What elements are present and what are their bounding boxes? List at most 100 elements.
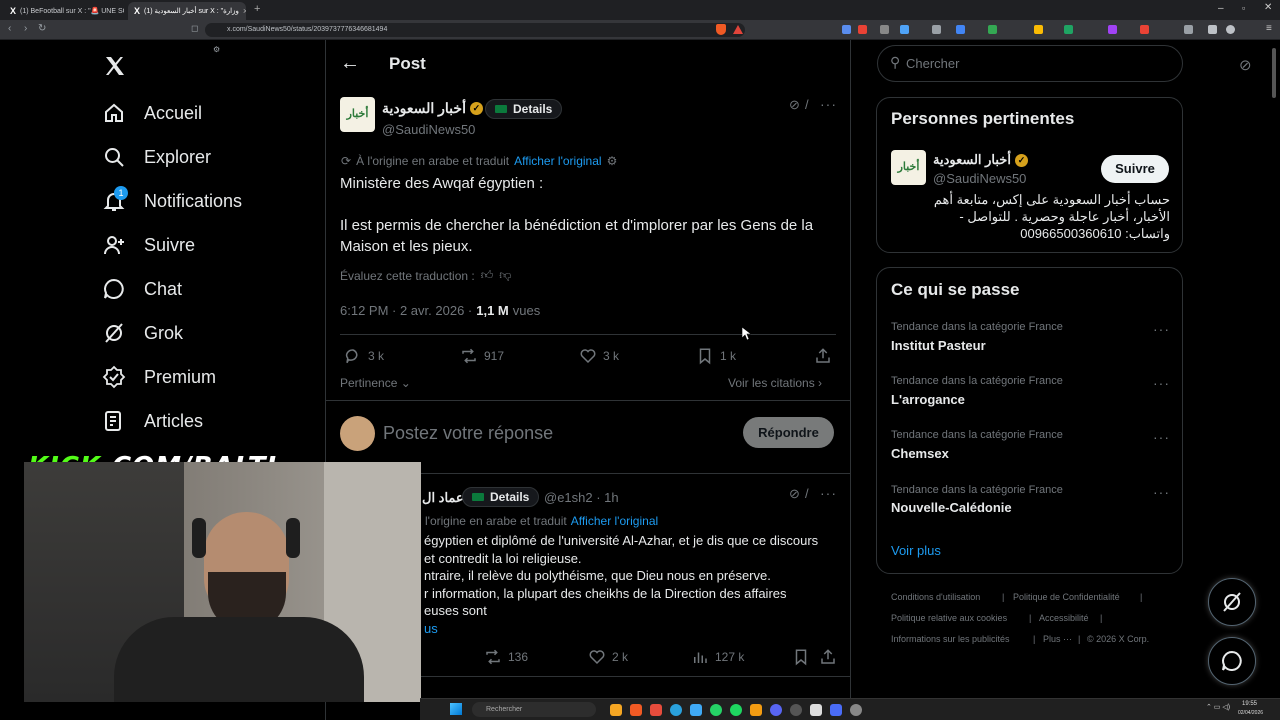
trend-more-icon[interactable]: ··· <box>1153 375 1170 391</box>
close-window-icon[interactable]: ✕ <box>1264 2 1272 13</box>
like-button[interactable]: 3 k <box>579 347 619 365</box>
reply-button[interactable]: 3 k <box>344 347 384 365</box>
block-icon[interactable]: ⊘ <box>1239 56 1252 74</box>
reply-handle-time[interactable]: @e1sh2 · 1h <box>544 490 619 505</box>
reply-repost-button[interactable]: 136 <box>484 648 528 666</box>
show-original-link[interactable]: Afficher l'original <box>514 154 601 168</box>
more-options-icon[interactable]: ··· <box>820 485 837 501</box>
extension-icon[interactable] <box>880 25 889 34</box>
repost-button[interactable]: 917 <box>460 347 504 365</box>
avatar[interactable]: أخبار <box>340 97 375 132</box>
brave-rewards-icon[interactable] <box>733 25 743 34</box>
trend-more-icon[interactable]: ··· <box>1153 484 1170 500</box>
browser-menu-icon[interactable]: ≡ <box>1266 23 1272 34</box>
show-more-trends-link[interactable]: Voir plus <box>891 543 941 558</box>
grok-float-button[interactable] <box>1208 578 1256 626</box>
grok-explain-icon[interactable]: / <box>805 486 809 501</box>
trend-name[interactable]: L'arrogance <box>891 392 965 407</box>
site-info-icon[interactable]: ⚙ <box>213 45 220 54</box>
profile-icon[interactable] <box>1226 25 1235 34</box>
nav-item-articles[interactable]: Articles <box>102 403 203 439</box>
taskbar-obs-icon[interactable] <box>790 704 802 716</box>
reply-share-button[interactable] <box>819 648 837 666</box>
footer-link[interactable]: Conditions d'utilisation <box>891 592 980 602</box>
author-name-row[interactable]: أخبار السعودية ✓ <box>382 100 483 117</box>
grok-explain-icon[interactable]: / <box>805 97 809 112</box>
taskbar-clock-date[interactable]: 02/04/2026 <box>1238 710 1263 716</box>
extension-icon[interactable] <box>956 25 965 34</box>
back-arrow-icon[interactable]: ← <box>340 52 360 75</box>
footer-link[interactable]: Politique relative aux cookies <box>891 613 1007 623</box>
extension-icon[interactable] <box>1064 25 1073 34</box>
chat-float-button[interactable] <box>1208 637 1256 685</box>
extension-icon[interactable] <box>900 25 909 34</box>
footer-link[interactable]: Informations sur les publicités <box>891 634 1010 644</box>
search-input[interactable]: Chercher <box>906 56 959 71</box>
forward-icon[interactable]: › <box>24 23 27 34</box>
nav-item-grok[interactable]: Grok <box>102 315 183 351</box>
close-tab-icon[interactable]: × <box>243 6 246 16</box>
reply-input[interactable]: Postez votre réponse <box>383 423 553 444</box>
relevant-handle[interactable]: @SaudiNews50 <box>933 171 1026 186</box>
taskbar-app-icon[interactable] <box>830 704 842 716</box>
taskbar-app-icon[interactable] <box>650 704 662 716</box>
extension-icon[interactable] <box>1140 25 1149 34</box>
trend-name[interactable]: Nouvelle-Calédonie <box>891 500 1012 515</box>
system-tray-icons[interactable]: ⌃ ▭ ◁) <box>1206 703 1230 711</box>
taskbar-app-icon[interactable] <box>750 704 762 716</box>
trend-more-icon[interactable]: ··· <box>1153 321 1170 337</box>
relevant-name-row[interactable]: أخبار السعودية ✓ <box>933 152 1028 168</box>
thumbs-down-icon[interactable]: 👎︎ <box>499 268 511 283</box>
view-quotes-link[interactable]: Voir les citations › <box>728 376 822 390</box>
show-more-link[interactable]: us <box>424 620 844 638</box>
reply-like-button[interactable]: 2 k <box>588 648 628 666</box>
nav-item-home[interactable]: Accueil <box>102 95 202 131</box>
bookmark-page-icon[interactable]: ◻ <box>191 23 198 34</box>
taskbar-search[interactable]: Rechercher <box>472 702 596 717</box>
taskbar-brave-icon[interactable] <box>630 704 642 716</box>
nav-item-explore[interactable]: Explorer <box>102 139 211 175</box>
taskbar-spotify-icon[interactable] <box>730 704 742 716</box>
back-icon[interactable]: ‹ <box>8 23 11 34</box>
extension-icon[interactable] <box>932 25 941 34</box>
brave-shield-icon[interactable] <box>716 24 726 35</box>
trend-name[interactable]: Chemsex <box>891 446 949 461</box>
trend-more-icon[interactable]: ··· <box>1153 429 1170 445</box>
sidebar-toggle-icon[interactable] <box>1208 25 1217 34</box>
taskbar-app-icon[interactable] <box>610 704 622 716</box>
nav-item-follow[interactable]: Suivre <box>102 227 195 263</box>
sort-dropdown[interactable]: Pertinence ⌄ <box>340 376 411 390</box>
taskbar-settings-icon[interactable] <box>850 704 862 716</box>
reply-submit-button[interactable]: Répondre <box>743 417 834 448</box>
taskbar-whatsapp-icon[interactable] <box>710 704 722 716</box>
author-handle[interactable]: @SaudiNews50 <box>382 122 475 137</box>
taskbar-discord-icon[interactable] <box>770 704 782 716</box>
taskbar-app-icon[interactable] <box>690 704 702 716</box>
scrollbar-thumb[interactable] <box>1272 48 1276 98</box>
nav-item-chat[interactable]: Chat <box>102 271 182 307</box>
taskbar-clock-time[interactable]: 19:55 <box>1242 701 1257 707</box>
reply-details-button[interactable]: Details <box>462 487 540 507</box>
avatar[interactable]: أخبار <box>891 150 926 185</box>
nav-item-premium[interactable]: Premium <box>102 359 216 395</box>
bookmark-button[interactable]: 1 k <box>696 347 736 365</box>
follow-button[interactable]: Suivre <box>1101 155 1169 183</box>
extension-icon[interactable] <box>842 25 851 34</box>
block-icon[interactable]: ⊘ <box>789 97 800 113</box>
x-logo-icon[interactable] <box>103 54 127 78</box>
minimize-icon[interactable]: – <box>1218 3 1224 14</box>
reload-icon[interactable]: ↻ <box>38 23 46 34</box>
thumbs-up-icon[interactable]: 👍︎ <box>481 268 494 283</box>
taskbar-telegram-icon[interactable] <box>670 704 682 716</box>
windows-start-icon[interactable] <box>450 703 462 715</box>
trend-name[interactable]: Institut Pasteur <box>891 338 986 353</box>
browser-tab[interactable]: X (1) BeFootball sur X : "🚨 UNE SCÈN × <box>4 2 124 20</box>
maximize-icon[interactable]: ▫ <box>1242 3 1245 13</box>
reply-bookmark-button[interactable] <box>792 648 810 666</box>
footer-link[interactable]: Politique de Confidentialité <box>1013 592 1120 602</box>
reply-views-button[interactable]: 127 k <box>691 648 744 666</box>
extension-icon[interactable] <box>1184 25 1193 34</box>
extension-icon[interactable] <box>988 25 997 34</box>
extension-icon[interactable] <box>858 25 867 34</box>
reply-author-name[interactable]: عماد ال <box>422 490 464 506</box>
